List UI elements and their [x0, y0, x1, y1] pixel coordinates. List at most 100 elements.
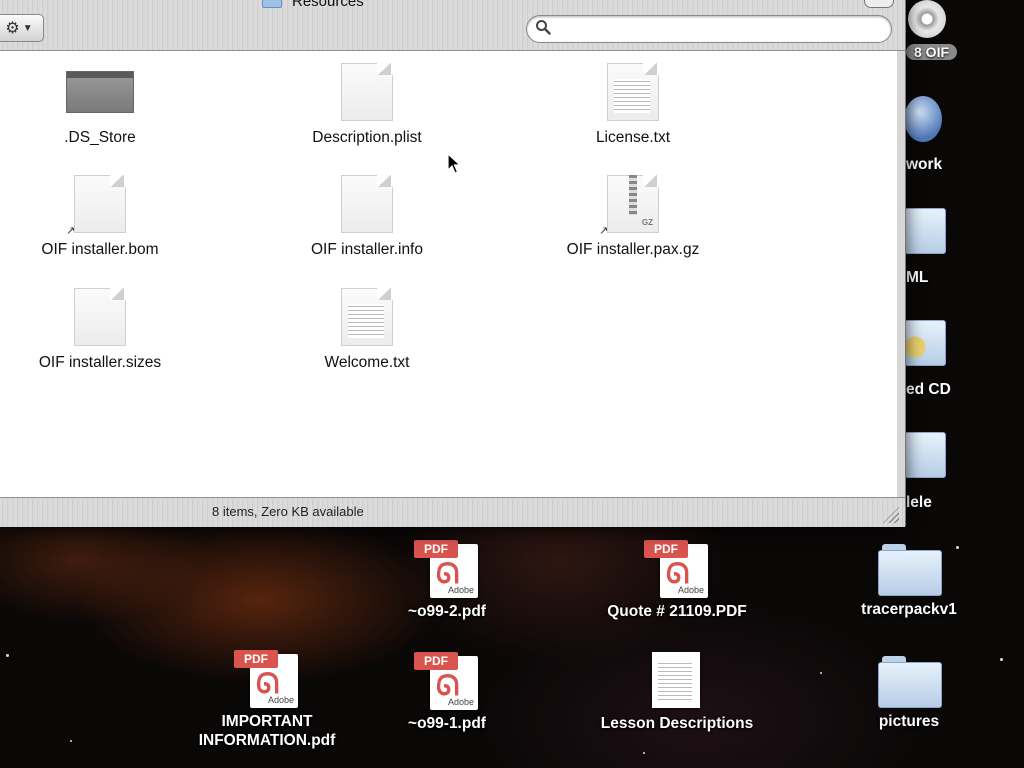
- adobe-brand: Adobe: [447, 697, 474, 707]
- folder-icon[interactable]: [904, 208, 946, 254]
- file-item[interactable]: OIF installer.info: [262, 175, 472, 259]
- resize-handle[interactable]: [883, 507, 899, 523]
- archive-icon: GZ ↗: [599, 175, 659, 237]
- folder-icon: [876, 542, 942, 596]
- cd-label: ed CD: [906, 381, 951, 398]
- desktop-icon-folder[interactable]: pictures: [824, 654, 994, 731]
- file-name: .DS_Store: [64, 129, 136, 146]
- window-title-text: Resources: [292, 0, 364, 10]
- folder-icon: [262, 0, 282, 8]
- pdf-tag: PDF: [234, 650, 278, 668]
- desktop-icon-document[interactable]: Lesson Descriptions: [592, 652, 762, 733]
- star: [70, 740, 72, 742]
- network-label: work: [906, 156, 943, 173]
- star: [1000, 658, 1003, 661]
- file-item[interactable]: GZ ↗ OIF installer.pax.gz: [528, 175, 738, 259]
- file-name: OIF installer.bom: [41, 241, 159, 258]
- chevron-down-icon: ▼: [22, 22, 33, 34]
- window-toolbar[interactable]: Resources ⚙ ▼: [0, 0, 905, 51]
- desktop-icon-label: pictures: [878, 713, 940, 730]
- text-file-icon: [341, 288, 393, 346]
- file-view[interactable]: .DS_Store Description.plist License.txt …: [0, 51, 897, 497]
- folder-icon[interactable]: [904, 432, 946, 478]
- fold: [377, 175, 391, 187]
- file-name: OIF installer.pax.gz: [566, 241, 700, 258]
- file-item[interactable]: License.txt: [528, 63, 738, 147]
- fold: [643, 175, 657, 187]
- star: [6, 654, 9, 657]
- adobe-brand: Adobe: [447, 585, 474, 595]
- search-box[interactable]: [526, 15, 892, 43]
- file-name: Welcome.txt: [324, 354, 410, 371]
- desktop-icon-folder[interactable]: tracerpackv1: [824, 542, 994, 619]
- fold: [110, 175, 124, 187]
- document-icon: [74, 288, 126, 346]
- finder-window: Resources ⚙ ▼ .DS_Store Description.plis…: [0, 0, 906, 527]
- zip: [629, 175, 637, 215]
- adobe-brand: Adobe: [267, 695, 294, 705]
- file-name: OIF installer.sizes: [38, 354, 162, 371]
- toolbar-toggle-button[interactable]: [864, 0, 894, 8]
- pdf-icon: PDF ᘏ Adobe: [644, 540, 710, 598]
- document-icon: [341, 63, 393, 121]
- cd-folder-icon[interactable]: [904, 320, 946, 366]
- desktop-icon-pdf[interactable]: PDF ᘏ Adobe IMPORTANT INFORMATION.pdf: [182, 650, 352, 750]
- action-menu-button[interactable]: ⚙ ▼: [0, 14, 44, 42]
- fold: [377, 63, 391, 75]
- folder-label: lele: [906, 494, 932, 511]
- mouse-cursor-icon: [447, 153, 461, 174]
- desktop-icon-label: tracerpackv1: [861, 601, 957, 618]
- file-name: OIF installer.info: [311, 241, 423, 258]
- document-icon: [650, 652, 704, 710]
- disc-label: 8 OIF: [906, 44, 958, 60]
- search-input[interactable]: [557, 19, 881, 39]
- pdf-icon: PDF ᘏ Adobe: [414, 652, 480, 710]
- desktop-icon-label: Lesson Descriptions: [600, 715, 754, 732]
- alias-arrow-icon: ↗: [66, 225, 76, 237]
- alias-arrow-icon: ↗: [599, 225, 609, 237]
- desktop-icon-label: IMPORTANT INFORMATION.pdf: [198, 713, 336, 749]
- dsstore-icon: [66, 71, 134, 113]
- folder-label: ML: [906, 269, 929, 286]
- text-lines: [614, 79, 650, 113]
- file-item[interactable]: Description.plist: [262, 63, 472, 147]
- adobe-brand: Adobe: [677, 585, 704, 595]
- folder-body: [878, 550, 942, 596]
- alias-document-icon: ↗: [66, 175, 126, 237]
- gz-mark: GZ: [641, 218, 653, 227]
- doc-lines: [658, 660, 692, 700]
- status-text: 8 items, Zero KB available: [212, 504, 364, 519]
- file-item[interactable]: ↗ OIF installer.bom: [0, 175, 205, 259]
- window-title: Resources: [262, 0, 364, 10]
- file-item[interactable]: OIF installer.sizes: [0, 288, 205, 372]
- network-icon[interactable]: [904, 96, 942, 142]
- file-item[interactable]: .DS_Store: [0, 61, 205, 147]
- pdf-icon: PDF ᘏ Adobe: [234, 650, 300, 708]
- folder-body: [878, 662, 942, 708]
- document-icon: [341, 175, 393, 233]
- text-lines: [348, 304, 384, 338]
- fold: [377, 288, 391, 300]
- desktop-icon-pdf[interactable]: PDF ᘏ Adobe Quote # 21109.PDF: [592, 540, 762, 621]
- fold: [110, 288, 124, 300]
- desktop-icon-label: Quote # 21109.PDF: [607, 603, 747, 620]
- file-item[interactable]: Welcome.txt: [262, 288, 472, 372]
- desktop-icon-pdf[interactable]: PDF ᘏ Adobe ~o99-1.pdf: [362, 652, 532, 733]
- search-icon: [536, 20, 551, 35]
- desktop-icon-label: ~o99-2.pdf: [408, 603, 486, 620]
- pdf-tag: PDF: [414, 540, 458, 558]
- file-name: License.txt: [595, 129, 671, 146]
- gear-icon: ⚙: [5, 20, 20, 37]
- pdf-tag: PDF: [414, 652, 458, 670]
- text-file-icon: [607, 63, 659, 121]
- star: [643, 752, 645, 754]
- desktop-icon-label: ~o99-1.pdf: [408, 715, 486, 732]
- desktop-icon-pdf[interactable]: PDF ᘏ Adobe ~o99-2.pdf: [362, 540, 532, 621]
- pdf-icon: PDF ᘏ Adobe: [414, 540, 480, 598]
- fold: [643, 63, 657, 75]
- star: [820, 672, 822, 674]
- window-edge: [897, 51, 905, 497]
- pdf-tag: PDF: [644, 540, 688, 558]
- disc-icon[interactable]: [908, 0, 946, 38]
- file-name: Description.plist: [312, 129, 422, 146]
